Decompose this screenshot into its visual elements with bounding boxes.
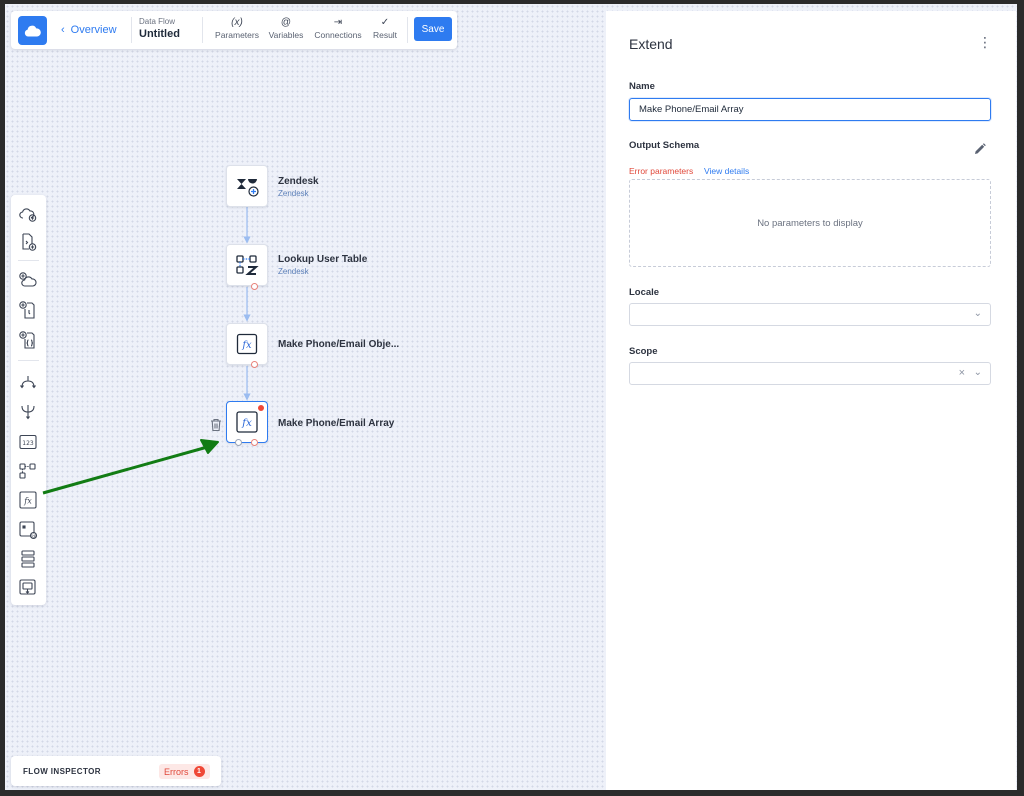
node-subtitle: Zendesk [278, 189, 309, 198]
file-add-icon[interactable] [17, 231, 39, 253]
annotation-arrow [42, 439, 219, 495]
chevron-left-icon: ‹ [61, 23, 65, 36]
properties-panel: Extend ⋮ Name Output Schema Error parame… [606, 11, 1016, 790]
chevron-down-icon: ⌄ [973, 367, 982, 378]
pencil-edit-icon[interactable] [974, 142, 986, 160]
connection-plug-icon: ⇥ [333, 17, 343, 28]
lookup-table-icon [236, 255, 259, 275]
node-title[interactable]: Lookup User Table [278, 254, 367, 265]
cloud-logo-icon[interactable] [18, 16, 47, 45]
variable-x-icon: (x) [231, 17, 243, 28]
view-details-link[interactable]: View details [704, 166, 749, 176]
flow-name[interactable]: Untitled [139, 28, 180, 40]
svg-text:123: 123 [22, 440, 34, 447]
panel-title: Extend [629, 36, 673, 52]
add-json-icon[interactable] [17, 329, 39, 351]
flow-title: Data Flow Untitled [139, 17, 180, 40]
clear-icon[interactable]: × [959, 367, 965, 379]
lookup-table-icon[interactable] [17, 460, 39, 482]
branch-merge-icon[interactable] [17, 401, 39, 423]
locale-label: Locale [629, 287, 660, 298]
errors-label: Errors [164, 766, 189, 777]
error-indicator-dot [258, 405, 264, 411]
more-vertical-icon[interactable]: ⋮ [978, 35, 992, 49]
name-input[interactable] [629, 98, 991, 121]
node-input-port[interactable] [235, 439, 242, 446]
output-schema-dropzone: No parameters to display [629, 179, 991, 267]
back-to-overview-link[interactable]: ‹ Overview [61, 24, 117, 36]
cloud-add-icon[interactable] [17, 203, 39, 225]
divider [407, 17, 408, 43]
svg-text:fx: fx [23, 497, 32, 506]
at-sign-icon: @ [280, 17, 292, 28]
node-title[interactable]: Zendesk [278, 176, 319, 187]
node-output-port[interactable] [251, 361, 258, 368]
variables-label: Variables [268, 30, 304, 40]
number-123-icon[interactable]: 123 [17, 431, 39, 453]
divider [131, 17, 132, 43]
name-label: Name [629, 81, 655, 92]
locale-select[interactable]: ⌄ [629, 303, 991, 326]
result-button[interactable]: ✓ Result [368, 16, 402, 46]
flow-type-label: Data Flow [139, 17, 176, 26]
node-zendesk[interactable] [226, 165, 268, 207]
add-cloud-icon[interactable] [17, 269, 39, 291]
stacked-layers-icon[interactable] [17, 548, 39, 570]
node-subtitle: Zendesk [278, 267, 309, 276]
back-label: Overview [70, 24, 117, 36]
scope-label: Scope [629, 346, 658, 357]
svg-text:fx: fx [241, 340, 252, 351]
function-icon: fx [236, 333, 258, 355]
empty-schema-text: No parameters to display [757, 217, 863, 229]
node-output-port[interactable] [251, 439, 258, 446]
node-lookup-user-table[interactable] [226, 244, 268, 286]
flow-inspector[interactable]: FLOW INSPECTOR Errors 1 [11, 756, 221, 786]
error-parameters-text: Error parameters [629, 166, 694, 176]
result-check-icon: ✓ [380, 17, 390, 28]
palette-divider [18, 360, 39, 361]
app-window: ‹ Overview Data Flow Untitled (x) Parame… [5, 4, 1017, 790]
connections-button[interactable]: ⇥ Connections [311, 16, 365, 46]
node-palette: 123 fx @ [11, 195, 46, 605]
zendesk-add-icon [237, 179, 259, 197]
parameters-button[interactable]: (x) Parameters [213, 16, 261, 46]
top-toolbar: ‹ Overview Data Flow Untitled (x) Parame… [11, 11, 457, 49]
function-icon[interactable]: fx [17, 489, 39, 511]
connections-label: Connections [314, 30, 362, 40]
node-title[interactable]: Make Phone/Email Obje... [278, 339, 399, 350]
errors-count: 1 [193, 766, 205, 777]
save-button[interactable]: Save [414, 17, 452, 41]
svg-text:fx: fx [241, 417, 252, 429]
parameters-label: Parameters [215, 30, 259, 40]
output-schema-label: Output Schema [629, 140, 700, 151]
node-output-port[interactable] [251, 283, 258, 290]
branch-split-icon[interactable] [17, 372, 39, 394]
errors-badge[interactable]: Errors 1 [159, 764, 210, 779]
node-make-phone-email-object[interactable]: fx [226, 323, 268, 365]
subflow-icon[interactable] [17, 577, 39, 599]
divider [202, 17, 203, 43]
result-label: Result [372, 30, 398, 40]
palette-divider [18, 260, 39, 261]
trash-icon[interactable] [210, 418, 222, 437]
chevron-down-icon: ⌄ [973, 308, 982, 319]
variables-button[interactable]: @ Variables [266, 16, 306, 46]
function-icon: fx [236, 411, 258, 433]
node-title[interactable]: Make Phone/Email Array [278, 418, 394, 429]
svg-text:@: @ [31, 534, 37, 540]
scope-select[interactable]: × ⌄ [629, 362, 991, 385]
add-file-icon[interactable] [17, 299, 39, 321]
email-field-icon[interactable]: @ [17, 519, 39, 541]
flow-inspector-label: FLOW INSPECTOR [23, 767, 101, 776]
